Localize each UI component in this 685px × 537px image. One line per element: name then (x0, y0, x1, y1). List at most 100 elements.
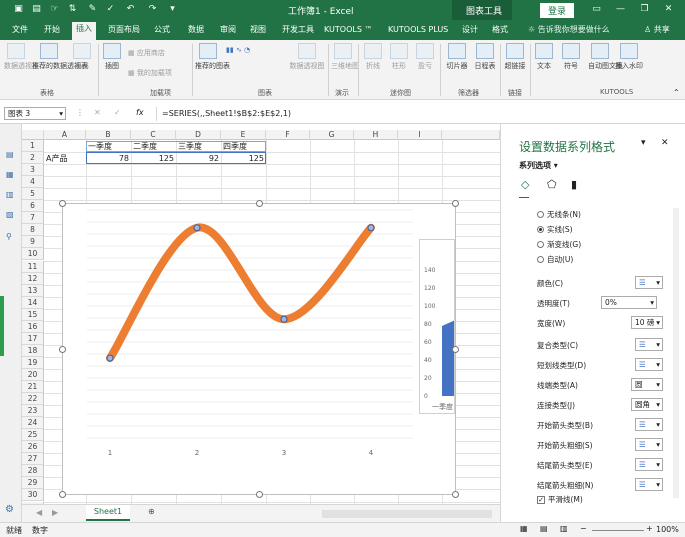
property-control[interactable]: ☰ ▾ (635, 438, 663, 451)
sort-icon[interactable]: ⇅ (66, 3, 79, 16)
tab-page-layout[interactable]: 页面布局 (104, 23, 144, 40)
series-point[interactable] (106, 354, 114, 362)
sparkline-column-button[interactable]: 柱形 (388, 43, 410, 71)
property-control[interactable]: ☰ ▾ (635, 338, 663, 351)
zoom-out-icon[interactable]: − (580, 524, 587, 533)
row-header[interactable]: 7 (22, 212, 44, 225)
row-header[interactable]: 14 (22, 296, 44, 309)
row-header[interactable]: 15 (22, 308, 44, 321)
column-header[interactable]: D (176, 130, 221, 140)
nav-icon[interactable]: ▤ (6, 150, 14, 159)
row-header[interactable]: 17 (22, 332, 44, 345)
row-header[interactable]: 22 (22, 393, 44, 406)
row-header[interactable]: 10 (22, 248, 44, 261)
workbook-icon[interactable]: ▦ (6, 170, 14, 179)
pivot-table-button[interactable]: 数据透视表 (4, 43, 39, 71)
row-header[interactable]: 21 (22, 381, 44, 394)
restore-icon[interactable]: ❐ (638, 3, 651, 16)
tab-insert[interactable]: 插入 (72, 22, 96, 40)
normal-view-icon[interactable]: ▦ (520, 524, 528, 533)
collapse-ribbon-icon[interactable]: ⌃ (673, 88, 680, 97)
series-options-icon[interactable]: ▮ (571, 178, 577, 191)
hyperlink-button[interactable]: 超链接 (504, 43, 526, 71)
resize-handle-ne[interactable] (452, 200, 459, 207)
tab-file[interactable]: 文件 (8, 23, 32, 40)
store-button[interactable]: ▦ 应用商店 (128, 48, 165, 58)
column-header[interactable]: B (86, 130, 131, 140)
property-control[interactable]: ☰ ▾ (635, 358, 663, 371)
resize-handle-s[interactable] (256, 491, 263, 498)
column-header[interactable]: F (266, 130, 310, 140)
share-button[interactable]: ♙ 共享 (640, 23, 674, 40)
open-folder-icon[interactable]: ▤ (30, 3, 43, 16)
tab-review[interactable]: 审阅 (216, 23, 240, 40)
row-header[interactable]: 18 (22, 344, 44, 357)
symbol-button[interactable]: 符号 (560, 43, 582, 71)
row-header[interactable]: 13 (22, 284, 44, 297)
zoom-level[interactable]: 100% (656, 525, 679, 534)
line-option-auto[interactable]: 自动(U) (537, 254, 573, 265)
row-header[interactable]: 16 (22, 320, 44, 333)
spellcheck-icon[interactable]: ✓ (104, 3, 117, 16)
cancel-icon[interactable]: ✕ (94, 108, 101, 117)
fill-line-icon[interactable]: ◇ (521, 178, 529, 191)
table-button[interactable]: 表格 (70, 43, 94, 71)
row-header[interactable]: 12 (22, 272, 44, 285)
row-header[interactable]: 23 (22, 405, 44, 418)
row-header[interactable]: 29 (22, 477, 44, 490)
horizontal-scrollbar[interactable] (322, 510, 492, 518)
row-header[interactable]: 28 (22, 465, 44, 478)
line-chart[interactable]: 1 2 3 4 (63, 204, 455, 494)
settings-gear-icon[interactable]: ⚙ (5, 504, 14, 515)
customize-qat-icon[interactable]: ▾ (166, 3, 179, 16)
series-options-dropdown[interactable]: 系列选项 ▾ (519, 160, 558, 171)
series-line[interactable] (106, 223, 375, 363)
recommended-charts-button[interactable]: 推荐的图表 (195, 43, 230, 71)
pivot-chart-button[interactable]: 数据透视图 (286, 43, 328, 71)
row-header[interactable]: 24 (22, 417, 44, 430)
row-header[interactable]: 2 (22, 152, 44, 165)
property-control[interactable]: ☰ ▾ (635, 478, 663, 491)
names-icon[interactable]: ▧ (6, 210, 14, 219)
tab-view[interactable]: 视图 (246, 23, 270, 40)
property-control[interactable]: ☰ ▾ (635, 276, 663, 289)
resize-handle-nw[interactable] (59, 200, 66, 207)
next-sheet-icon[interactable]: ▶ (52, 508, 58, 517)
tab-kutools[interactable]: KUTOOLS ™ (320, 23, 376, 40)
ribbon-display-icon[interactable]: ▭ (590, 3, 603, 16)
insert-watermark-button[interactable]: 插入水印 (614, 43, 644, 71)
pane-scrollbar[interactable] (673, 208, 679, 498)
timeline-button[interactable]: 日程表 (472, 43, 498, 71)
row-header[interactable]: 20 (22, 368, 44, 381)
sheet-icon[interactable]: ▥ (6, 190, 14, 199)
row-header[interactable]: 5 (22, 188, 44, 201)
tab-developer[interactable]: 开发工具 (278, 23, 318, 40)
login-button[interactable]: 登录 (540, 3, 575, 18)
column-header[interactable]: I (398, 130, 442, 140)
tab-data[interactable]: 数据 (184, 23, 208, 40)
page-layout-icon[interactable]: ▤ (540, 524, 548, 533)
page-break-icon[interactable]: ▥ (560, 524, 568, 533)
select-all-corner[interactable] (22, 130, 44, 140)
touch-mode-icon[interactable]: ☞ (48, 3, 61, 16)
tell-me-box[interactable]: ☼ 告诉我你想要做什么 (524, 23, 614, 40)
add-sheet-icon[interactable]: ⊕ (148, 507, 155, 516)
name-box[interactable]: 图表 3 ▾ (4, 107, 66, 120)
pane-close-icon[interactable]: ✕ (661, 138, 669, 148)
chart-type-icons[interactable]: ▮▮ ∿ ◔ (226, 46, 250, 54)
text-button[interactable]: 文本 (533, 43, 555, 71)
sparkline-line-button[interactable]: 折线 (362, 43, 384, 71)
tab-design[interactable]: 设计 (458, 23, 482, 40)
row-header[interactable]: 30 (22, 489, 44, 502)
property-control[interactable]: 0% ▾ (601, 296, 657, 309)
area-chart[interactable]: 0 20 40 60 80 100 120 140 一季度 (419, 239, 455, 414)
row-header[interactable]: 8 (22, 224, 44, 237)
cell-a2[interactable]: A产品 (46, 153, 67, 164)
row-header[interactable]: 11 (22, 260, 44, 273)
save-icon[interactable]: ▣ (12, 3, 25, 16)
slicer-button[interactable]: 切片器 (444, 43, 470, 71)
3d-map-button[interactable]: 三维地图 (331, 43, 359, 71)
property-control[interactable]: 圆 ▾ (631, 378, 663, 391)
row-header[interactable]: 3 (22, 164, 44, 177)
pane-handle[interactable] (0, 296, 4, 356)
